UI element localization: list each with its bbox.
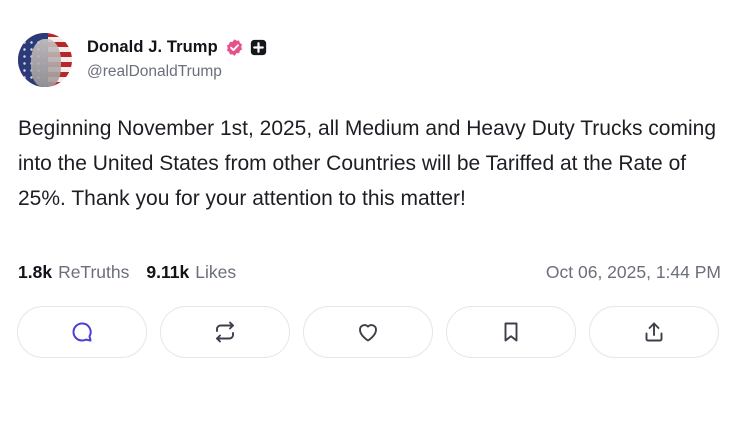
avatar[interactable] <box>18 33 72 87</box>
likes-label: Likes <box>195 262 237 282</box>
retruths-count: 1.8k <box>18 262 53 282</box>
retruth-icon <box>216 321 234 343</box>
truth-plus-badge-icon <box>250 39 266 55</box>
action-bar <box>17 306 719 358</box>
post-timestamp[interactable]: Oct 06, 2025, 1:44 PM <box>546 262 721 283</box>
author-display-name[interactable]: Donald J. Trump <box>87 38 218 57</box>
post-text: Beginning November 1st, 2025, all Medium… <box>18 117 717 210</box>
retruths-label: ReTruths <box>58 262 130 282</box>
reply-button[interactable] <box>17 306 147 358</box>
verified-badge-icon <box>226 38 242 56</box>
like-button[interactable] <box>303 306 433 358</box>
bookmark-button[interactable] <box>446 306 576 358</box>
retruths-stat[interactable]: 1.8k ReTruths <box>18 262 129 283</box>
post-header: Donald J. Trump @realDonaldTrump <box>18 33 267 87</box>
likes-count: 9.11k <box>146 262 190 282</box>
share-button[interactable] <box>589 306 719 358</box>
author-handle[interactable]: @realDonaldTrump <box>87 63 267 81</box>
share-icon <box>645 322 663 342</box>
reply-icon <box>72 322 92 342</box>
like-icon <box>359 324 377 342</box>
author-info: Donald J. Trump @realDonaldTrump <box>87 33 267 81</box>
post-stats: 1.8k ReTruths 9.11k Likes Oct 06, 2025, … <box>18 262 721 283</box>
likes-stat[interactable]: 9.11k Likes <box>146 262 236 283</box>
bookmark-icon <box>504 322 518 342</box>
retruth-button[interactable] <box>160 306 290 358</box>
